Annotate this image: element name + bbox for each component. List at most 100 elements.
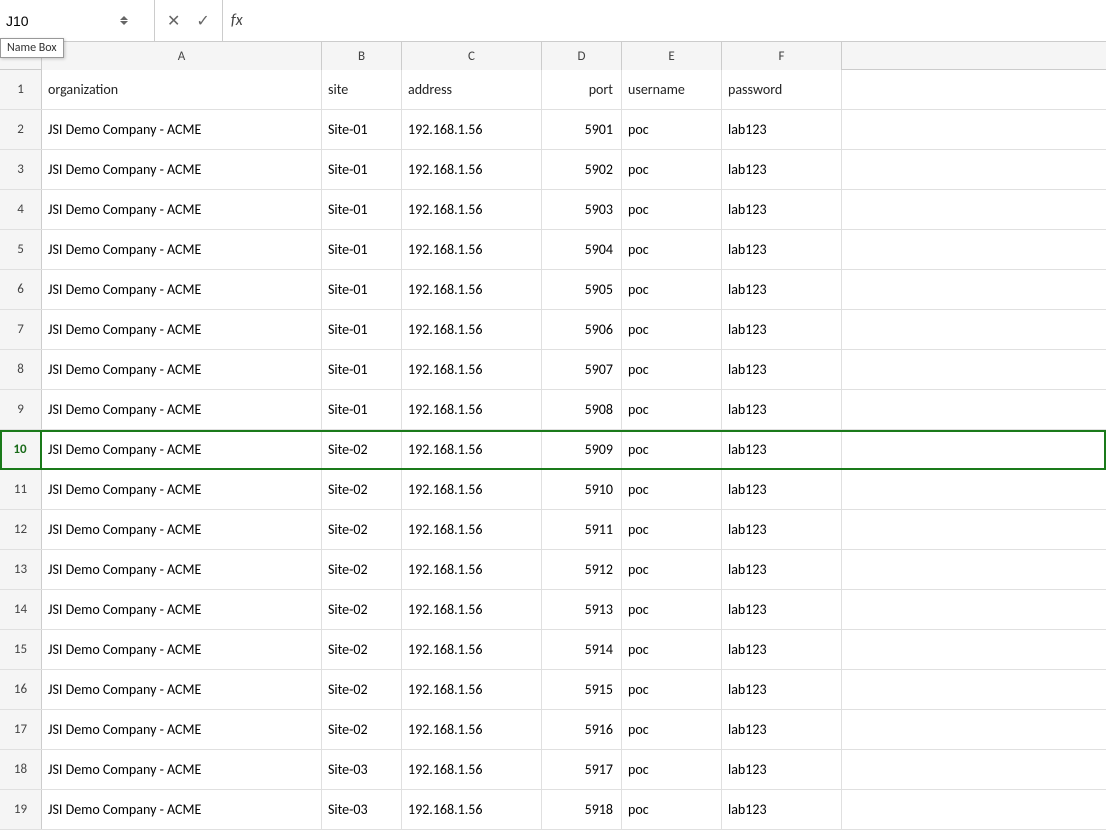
cell-11-A[interactable]: JSI Demo Company - ACME bbox=[42, 470, 322, 509]
cell-7-C[interactable]: 192.168.1.56 bbox=[402, 310, 542, 349]
cell-4-C[interactable]: 192.168.1.56 bbox=[402, 190, 542, 229]
cell-13-A[interactable]: JSI Demo Company - ACME bbox=[42, 550, 322, 589]
cell-3-B[interactable]: Site-01 bbox=[322, 150, 402, 189]
cell-16-C[interactable]: 192.168.1.56 bbox=[402, 670, 542, 709]
cell-5-C[interactable]: 192.168.1.56 bbox=[402, 230, 542, 269]
cell-4-D[interactable]: 5903 bbox=[542, 190, 622, 229]
col-header-D[interactable]: D bbox=[542, 42, 622, 70]
cell-15-F[interactable]: lab123 bbox=[722, 630, 842, 669]
cell-8-D[interactable]: 5907 bbox=[542, 350, 622, 389]
cell-9-A[interactable]: JSI Demo Company - ACME bbox=[42, 390, 322, 429]
cell-17-A[interactable]: JSI Demo Company - ACME bbox=[42, 710, 322, 749]
cell-19-E[interactable]: poc bbox=[622, 790, 722, 829]
cell-11-B[interactable]: Site-02 bbox=[322, 470, 402, 509]
cell-5-A[interactable]: JSI Demo Company - ACME bbox=[42, 230, 322, 269]
cell-12-B[interactable]: Site-02 bbox=[322, 510, 402, 549]
cell-10-F[interactable]: lab123 bbox=[722, 430, 842, 469]
cell-18-B[interactable]: Site-03 bbox=[322, 750, 402, 789]
cell-5-F[interactable]: lab123 bbox=[722, 230, 842, 269]
cell-3-E[interactable]: poc bbox=[622, 150, 722, 189]
cell-16-A[interactable]: JSI Demo Company - ACME bbox=[42, 670, 322, 709]
cell-6-F[interactable]: lab123 bbox=[722, 270, 842, 309]
cell-2-B[interactable]: Site-01 bbox=[322, 110, 402, 149]
cell-5-E[interactable]: poc bbox=[622, 230, 722, 269]
cell-12-A[interactable]: JSI Demo Company - ACME bbox=[42, 510, 322, 549]
cell-14-F[interactable]: lab123 bbox=[722, 590, 842, 629]
cell-18-E[interactable]: poc bbox=[622, 750, 722, 789]
cell-7-B[interactable]: Site-01 bbox=[322, 310, 402, 349]
cell-10-B[interactable]: Site-02 bbox=[322, 430, 402, 469]
cell-16-F[interactable]: lab123 bbox=[722, 670, 842, 709]
cell-5-D[interactable]: 5904 bbox=[542, 230, 622, 269]
cell-3-C[interactable]: 192.168.1.56 bbox=[402, 150, 542, 189]
name-box-input[interactable]: J10 bbox=[0, 11, 120, 31]
cell-8-F[interactable]: lab123 bbox=[722, 350, 842, 389]
cell-18-C[interactable]: 192.168.1.56 bbox=[402, 750, 542, 789]
cell-8-C[interactable]: 192.168.1.56 bbox=[402, 350, 542, 389]
cell-6-D[interactable]: 5905 bbox=[542, 270, 622, 309]
cell-15-D[interactable]: 5914 bbox=[542, 630, 622, 669]
cell-1-B[interactable]: site bbox=[322, 70, 402, 109]
cell-18-D[interactable]: 5917 bbox=[542, 750, 622, 789]
cell-17-B[interactable]: Site-02 bbox=[322, 710, 402, 749]
cell-9-B[interactable]: Site-01 bbox=[322, 390, 402, 429]
cell-1-A[interactable]: organization bbox=[42, 70, 322, 109]
formula-input[interactable] bbox=[251, 11, 1106, 31]
col-header-A[interactable]: A bbox=[42, 42, 322, 70]
col-header-B[interactable]: B bbox=[322, 42, 402, 70]
cell-11-D[interactable]: 5910 bbox=[542, 470, 622, 509]
cell-3-A[interactable]: JSI Demo Company - ACME bbox=[42, 150, 322, 189]
cell-2-C[interactable]: 192.168.1.56 bbox=[402, 110, 542, 149]
cell-10-A[interactable]: JSI Demo Company - ACME bbox=[42, 430, 322, 469]
cell-12-E[interactable]: poc bbox=[622, 510, 722, 549]
cell-8-E[interactable]: poc bbox=[622, 350, 722, 389]
cell-1-F[interactable]: password bbox=[722, 70, 842, 109]
cell-16-E[interactable]: poc bbox=[622, 670, 722, 709]
cell-18-F[interactable]: lab123 bbox=[722, 750, 842, 789]
cell-11-E[interactable]: poc bbox=[622, 470, 722, 509]
cell-15-A[interactable]: JSI Demo Company - ACME bbox=[42, 630, 322, 669]
cell-10-E[interactable]: poc bbox=[622, 430, 722, 469]
cell-4-E[interactable]: poc bbox=[622, 190, 722, 229]
col-header-E[interactable]: E bbox=[622, 42, 722, 70]
cell-7-D[interactable]: 5906 bbox=[542, 310, 622, 349]
cell-1-E[interactable]: username bbox=[622, 70, 722, 109]
cell-9-D[interactable]: 5908 bbox=[542, 390, 622, 429]
cell-13-E[interactable]: poc bbox=[622, 550, 722, 589]
cell-19-F[interactable]: lab123 bbox=[722, 790, 842, 829]
cell-2-F[interactable]: lab123 bbox=[722, 110, 842, 149]
cell-4-F[interactable]: lab123 bbox=[722, 190, 842, 229]
cell-14-E[interactable]: poc bbox=[622, 590, 722, 629]
cell-13-C[interactable]: 192.168.1.56 bbox=[402, 550, 542, 589]
cancel-icon[interactable]: ✕ bbox=[163, 9, 184, 33]
cell-17-D[interactable]: 5916 bbox=[542, 710, 622, 749]
cell-4-B[interactable]: Site-01 bbox=[322, 190, 402, 229]
cell-11-F[interactable]: lab123 bbox=[722, 470, 842, 509]
cell-4-A[interactable]: JSI Demo Company - ACME bbox=[42, 190, 322, 229]
cell-11-C[interactable]: 192.168.1.56 bbox=[402, 470, 542, 509]
cell-8-A[interactable]: JSI Demo Company - ACME bbox=[42, 350, 322, 389]
cell-12-F[interactable]: lab123 bbox=[722, 510, 842, 549]
cell-2-D[interactable]: 5901 bbox=[542, 110, 622, 149]
cell-7-E[interactable]: poc bbox=[622, 310, 722, 349]
cell-16-B[interactable]: Site-02 bbox=[322, 670, 402, 709]
cell-3-D[interactable]: 5902 bbox=[542, 150, 622, 189]
cell-5-B[interactable]: Site-01 bbox=[322, 230, 402, 269]
cell-19-D[interactable]: 5918 bbox=[542, 790, 622, 829]
col-header-F[interactable]: F bbox=[722, 42, 842, 70]
cell-12-D[interactable]: 5911 bbox=[542, 510, 622, 549]
cell-10-D[interactable]: 5909 bbox=[542, 430, 622, 469]
cell-13-B[interactable]: Site-02 bbox=[322, 550, 402, 589]
cell-3-F[interactable]: lab123 bbox=[722, 150, 842, 189]
cell-7-F[interactable]: lab123 bbox=[722, 310, 842, 349]
cell-19-B[interactable]: Site-03 bbox=[322, 790, 402, 829]
cell-14-D[interactable]: 5913 bbox=[542, 590, 622, 629]
cell-17-F[interactable]: lab123 bbox=[722, 710, 842, 749]
cell-14-C[interactable]: 192.168.1.56 bbox=[402, 590, 542, 629]
cell-8-B[interactable]: Site-01 bbox=[322, 350, 402, 389]
cell-15-E[interactable]: poc bbox=[622, 630, 722, 669]
cell-17-C[interactable]: 192.168.1.56 bbox=[402, 710, 542, 749]
cell-1-D[interactable]: port bbox=[542, 70, 622, 109]
col-header-C[interactable]: C bbox=[402, 42, 542, 70]
cell-19-C[interactable]: 192.168.1.56 bbox=[402, 790, 542, 829]
